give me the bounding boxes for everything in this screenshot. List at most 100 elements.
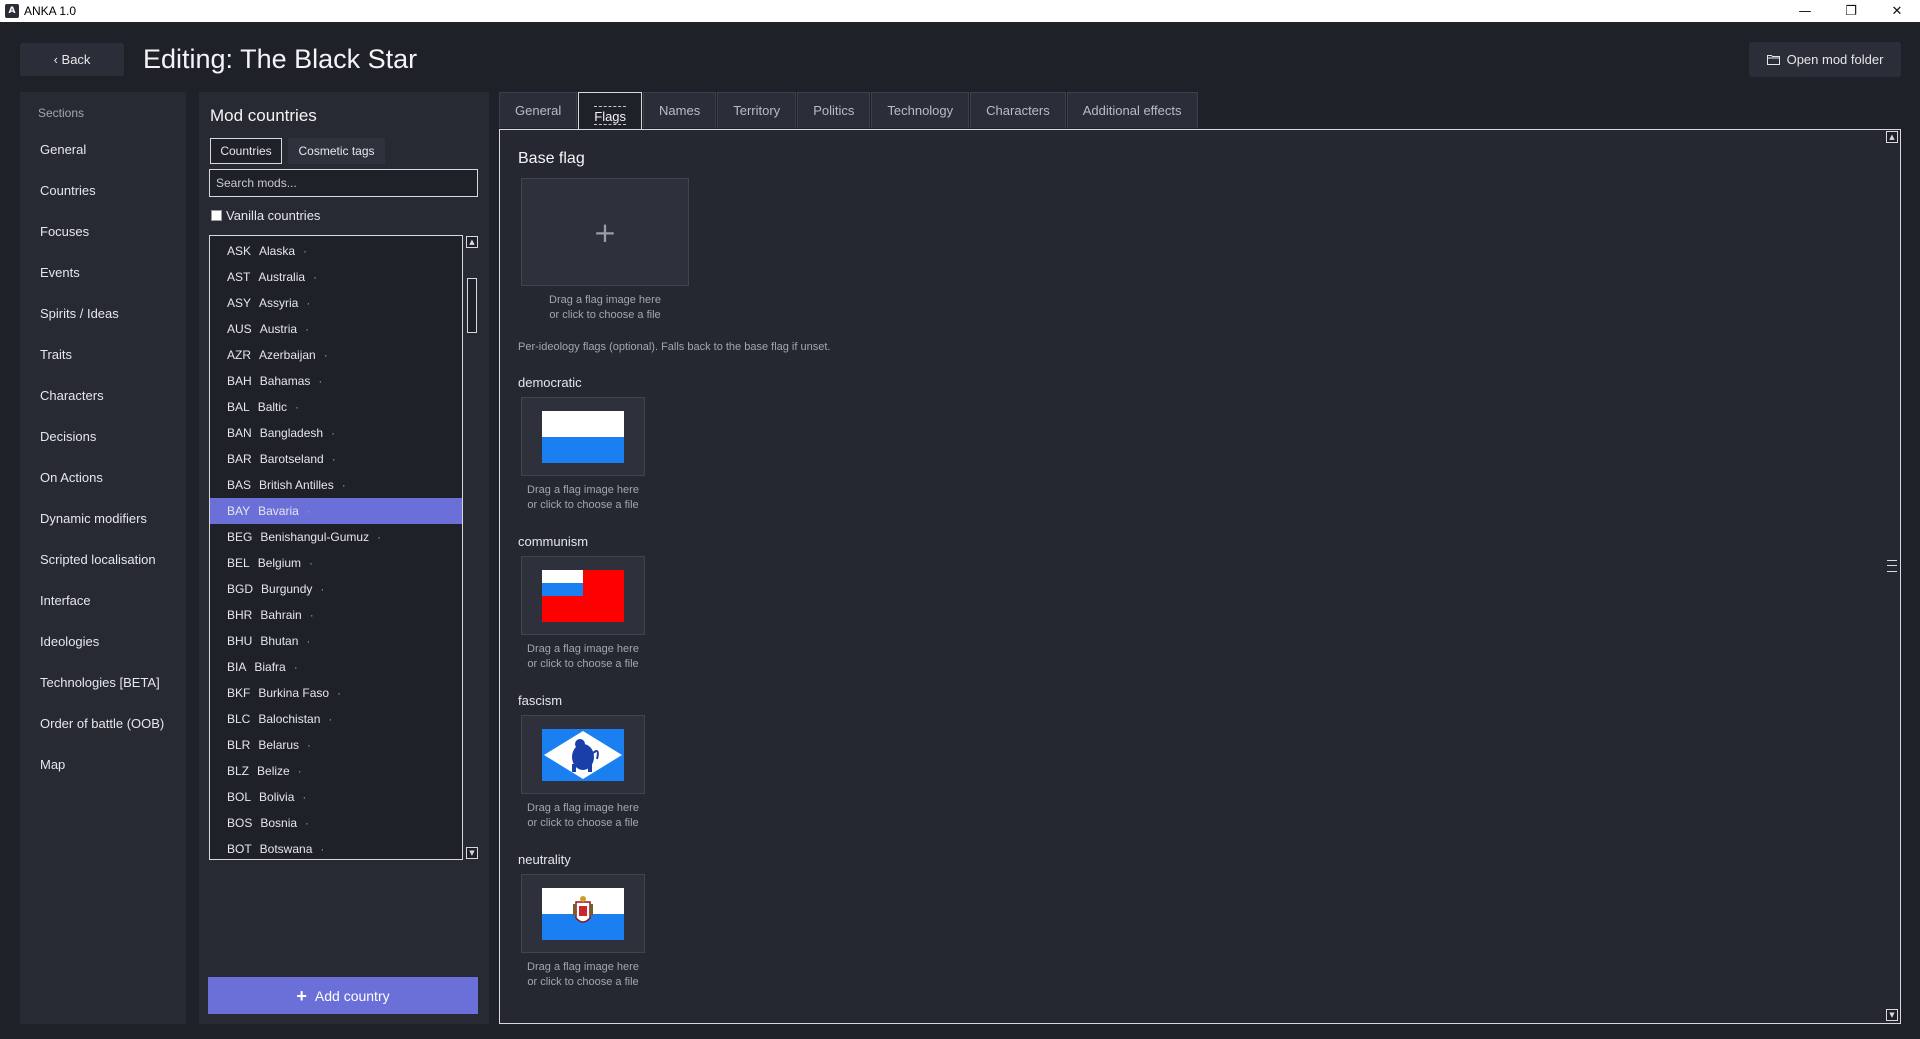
sidebar-item-characters[interactable]: Characters — [40, 388, 104, 403]
sidebar-item-traits[interactable]: Traits — [40, 347, 72, 362]
list-item[interactable]: BIA Biafra · — [210, 654, 462, 680]
country-name: Biafra — [254, 660, 286, 674]
country-list[interactable]: ASK Alaska · AST Australia · ASY Assyria · AUS Aus… — [209, 235, 463, 860]
sidebar-item-focuses[interactable]: Focuses — [40, 224, 89, 239]
country-tag: BAS — [227, 478, 252, 492]
list-item[interactable]: BHU Bhutan · — [210, 628, 462, 654]
list-item[interactable]: BLR Belarus · — [210, 732, 462, 758]
add-country-button[interactable]: + Add country — [208, 977, 478, 1014]
tab-characters[interactable]: Characters — [970, 92, 1066, 128]
sidebar-item-map[interactable]: Map — [40, 757, 65, 772]
ideology-label-communism: communism — [518, 534, 589, 549]
status-dot: · — [306, 504, 311, 518]
list-item[interactable]: ASK Alaska · — [210, 238, 462, 264]
list-item[interactable]: BAH Bahamas · — [210, 368, 462, 394]
democratic-flag-drop-zone[interactable] — [521, 397, 645, 476]
plus-icon: + — [593, 215, 617, 249]
list-item[interactable]: BHR Bahrain · — [210, 602, 462, 628]
status-dot: · — [337, 686, 342, 700]
content-scrollbar[interactable]: ▲ ▼ — [1885, 130, 1899, 1023]
base-flag-title: Base flag — [518, 150, 585, 167]
scroll-up-icon[interactable]: ▲ — [466, 236, 478, 248]
list-item[interactable]: BAR Barotseland · — [210, 446, 462, 472]
country-tag: ASK — [227, 244, 252, 258]
scroll-thumb[interactable] — [467, 278, 477, 333]
country-tag: AST — [227, 270, 251, 284]
search-mods-input[interactable] — [209, 169, 478, 197]
scroll-up-icon[interactable]: ▲ — [1886, 131, 1898, 143]
tab-flags[interactable]: Flags — [578, 92, 643, 129]
minimize-icon[interactable]: — — [1782, 0, 1828, 22]
list-item[interactable]: BOL Bolivia · — [210, 784, 462, 810]
sidebar-item-general[interactable]: General — [40, 142, 86, 157]
list-item[interactable]: BOS Bosnia · — [210, 810, 462, 836]
sidebar-item-technologies[interactable]: Technologies [BETA] — [40, 675, 160, 690]
communism-flag-hint: Drag a flag image here or click to choos… — [521, 642, 645, 672]
country-tag: BEG — [227, 530, 253, 544]
country-tag: BAH — [227, 374, 252, 388]
tab-cosmetic-tags[interactable]: Cosmetic tags — [288, 138, 385, 164]
tab-general[interactable]: General — [499, 92, 578, 128]
communism-flag-drop-zone[interactable] — [521, 556, 645, 635]
list-item[interactable]: BLC Balochistan · — [210, 706, 462, 732]
tab-territory[interactable]: Territory — [717, 92, 797, 128]
country-name: Bavaria — [258, 504, 299, 518]
list-item[interactable]: AST Australia · — [210, 264, 462, 290]
status-dot: · — [297, 764, 302, 778]
country-list-scrollbar[interactable]: ▲ ▼ — [465, 235, 479, 860]
list-item[interactable]: BAS British Antilles · — [210, 472, 462, 498]
country-name: Botswana — [259, 842, 313, 856]
list-item[interactable]: BAN Bangladesh · — [210, 420, 462, 446]
tab-additional-effects[interactable]: Additional effects — [1066, 92, 1198, 128]
neutrality-flag-drop-zone[interactable] — [521, 874, 645, 953]
list-item[interactable]: BLZ Belize · — [210, 758, 462, 784]
list-item[interactable]: BGD Burgundy · — [210, 576, 462, 602]
sidebar-item-interface[interactable]: Interface — [40, 593, 91, 608]
list-item[interactable]: BOT Botswana · — [210, 836, 462, 859]
tab-countries[interactable]: Countries — [210, 138, 282, 164]
country-name: Balochistan — [258, 712, 321, 726]
list-item[interactable]: BAY Bavaria · — [210, 498, 462, 524]
vanilla-countries-toggle[interactable]: Vanilla countries — [211, 208, 320, 223]
scroll-grip-icon[interactable] — [1887, 560, 1897, 572]
list-item[interactable]: AUS Austria · — [210, 316, 462, 342]
tab-names[interactable]: Names — [643, 92, 717, 128]
country-tag: BHR — [227, 608, 253, 622]
scroll-down-icon[interactable]: ▼ — [1886, 1009, 1898, 1021]
sidebar-item-countries[interactable]: Countries — [40, 183, 96, 198]
sidebar-item-scripted-localisation[interactable]: Scripted localisation — [40, 552, 156, 567]
country-tag: BHU — [227, 634, 253, 648]
sidebar-item-decisions[interactable]: Decisions — [40, 429, 96, 444]
base-flag-drop-zone[interactable]: + — [521, 178, 689, 286]
list-item[interactable]: BAL Baltic · — [210, 394, 462, 420]
sidebar-item-ideologies[interactable]: Ideologies — [40, 634, 99, 649]
status-dot: · — [320, 582, 325, 596]
open-mod-folder-button[interactable]: Open mod folder — [1749, 42, 1901, 77]
vanilla-countries-checkbox[interactable] — [211, 210, 222, 221]
status-dot: · — [313, 270, 318, 284]
ideology-label-democratic: democratic — [518, 375, 582, 390]
sidebar-item-events[interactable]: Events — [40, 265, 80, 280]
list-item[interactable]: BEL Belgium · — [210, 550, 462, 576]
list-item[interactable]: ASY Assyria · — [210, 290, 462, 316]
scroll-down-icon[interactable]: ▼ — [466, 847, 478, 859]
country-name: Burgundy — [261, 582, 313, 596]
country-tag: AZR — [227, 348, 251, 362]
sidebar-item-on-actions[interactable]: On Actions — [40, 470, 103, 485]
tab-politics[interactable]: Politics — [797, 92, 871, 128]
mod-countries-title: Mod countries — [210, 106, 317, 125]
back-button[interactable]: ‹ Back — [20, 43, 124, 76]
list-item[interactable]: BKF Burkina Faso · — [210, 680, 462, 706]
list-item[interactable]: BEG Benishangul-Gumuz · — [210, 524, 462, 550]
sidebar-item-order-of-battle[interactable]: Order of battle (OOB) — [40, 716, 164, 731]
list-item[interactable]: AZR Azerbaijan · — [210, 342, 462, 368]
page-title: Editing: The Black Star — [143, 44, 418, 74]
restore-icon[interactable]: ❐ — [1828, 0, 1874, 22]
tab-technology[interactable]: Technology — [871, 92, 970, 128]
fascism-flag-drop-zone[interactable] — [521, 715, 645, 794]
close-icon[interactable]: ✕ — [1874, 0, 1920, 22]
tab-flags-label: Flags — [594, 105, 627, 125]
sidebar-item-dynamic-modifiers[interactable]: Dynamic modifiers — [40, 511, 147, 526]
sidebar-item-spirits-ideas[interactable]: Spirits / Ideas — [40, 306, 119, 321]
folder-icon — [1766, 55, 1780, 65]
